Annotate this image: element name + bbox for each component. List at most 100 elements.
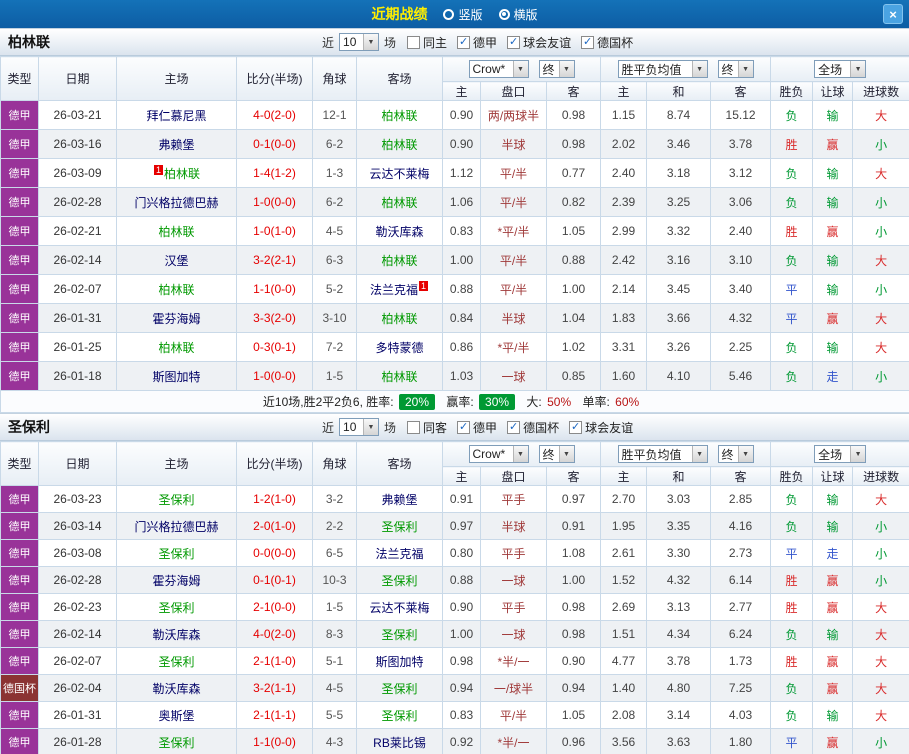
team-link[interactable]: 法兰克福 xyxy=(370,283,418,297)
away-team-cell[interactable]: 法兰克福 1 xyxy=(356,274,443,304)
away-team-cell[interactable]: 圣保利 xyxy=(356,620,443,648)
team-link[interactable]: 圣保利 xyxy=(381,574,417,588)
home-team-cell[interactable]: 汉堡 xyxy=(116,245,237,275)
team-link[interactable]: 多特蒙德 xyxy=(375,341,423,355)
team-link[interactable]: 圣保利 xyxy=(381,682,417,696)
away-team-cell[interactable]: 弗赖堡 xyxy=(356,485,443,513)
avg-odds-select[interactable]: 胜平负均值 ▼ xyxy=(617,60,708,78)
away-team-cell[interactable]: 云达不莱梅 xyxy=(356,158,443,188)
games-count-select[interactable]: 10 ▼ xyxy=(339,418,380,436)
team-link[interactable]: 弗赖堡 xyxy=(158,138,194,152)
away-team-cell[interactable]: 圣保利 xyxy=(356,512,443,540)
team-link[interactable]: 圣保利 xyxy=(381,628,417,642)
scope-select[interactable]: 全场 ▼ xyxy=(814,60,867,78)
team-link[interactable]: RB莱比锡 xyxy=(373,736,426,750)
close-button[interactable]: × xyxy=(883,4,903,24)
team-link[interactable]: 圣保利 xyxy=(158,655,194,669)
filter-checkbox-球会友谊[interactable]: ✓ 球会友谊 xyxy=(569,419,633,436)
home-team-cell[interactable]: 拜仁慕尼黑 xyxy=(116,100,237,130)
team-link[interactable]: 圣保利 xyxy=(158,736,194,750)
avg-final-select[interactable]: 终 ▼ xyxy=(717,445,754,463)
team-link[interactable]: 弗赖堡 xyxy=(381,493,417,507)
layout-radio-vertical[interactable]: 竖版 xyxy=(443,6,483,23)
team-link[interactable]: 勒沃库森 xyxy=(375,225,423,239)
team-link[interactable]: 奥斯堡 xyxy=(158,709,194,723)
team-link[interactable]: 霍芬海姆 xyxy=(152,574,200,588)
team-link[interactable]: 勒沃库森 xyxy=(152,682,200,696)
home-team-cell[interactable]: 圣保利 xyxy=(116,485,237,513)
away-team-cell[interactable]: 斯图加特 xyxy=(356,647,443,675)
home-team-cell[interactable]: 斯图加特 xyxy=(116,361,237,391)
home-team-cell[interactable]: 1 柏林联 xyxy=(116,158,237,188)
ah-final-select[interactable]: 终 ▼ xyxy=(538,445,575,463)
home-team-cell[interactable]: 圣保利 xyxy=(116,647,237,675)
checkbox-unchecked-icon[interactable] xyxy=(407,35,421,49)
team-link[interactable]: 门兴格拉德巴赫 xyxy=(134,520,218,534)
bookmaker-select[interactable]: Crow* ▼ xyxy=(468,445,529,463)
home-team-cell[interactable]: 霍芬海姆 xyxy=(116,566,237,594)
filter-checkbox-球会友谊[interactable]: ✓ 球会友谊 xyxy=(507,34,571,51)
radio-selected-icon[interactable] xyxy=(498,8,510,20)
games-count-select[interactable]: 10 ▼ xyxy=(339,33,380,51)
team-link[interactable]: 柏林联 xyxy=(381,370,417,384)
team-link[interactable]: 柏林联 xyxy=(158,341,194,355)
home-team-cell[interactable]: 圣保利 xyxy=(116,539,237,567)
team-link[interactable]: 圣保利 xyxy=(158,547,194,561)
team-link[interactable]: 圣保利 xyxy=(381,520,417,534)
away-team-cell[interactable]: 勒沃库森 xyxy=(356,216,443,246)
bookmaker-select[interactable]: Crow* ▼ xyxy=(468,60,529,78)
team-link[interactable]: 勒沃库森 xyxy=(152,628,200,642)
home-team-cell[interactable]: 门兴格拉德巴赫 xyxy=(116,512,237,540)
team-link[interactable]: 法兰克福 xyxy=(375,547,423,561)
away-team-cell[interactable]: 柏林联 xyxy=(356,100,443,130)
team-link[interactable]: 汉堡 xyxy=(164,254,188,268)
radio-unselected-icon[interactable] xyxy=(443,8,455,20)
away-team-cell[interactable]: 圣保利 xyxy=(356,674,443,702)
home-team-cell[interactable]: 霍芬海姆 xyxy=(116,303,237,333)
ah-final-select[interactable]: 终 ▼ xyxy=(538,60,575,78)
checkbox-unchecked-icon[interactable] xyxy=(407,420,421,434)
team-link[interactable]: 云达不莱梅 xyxy=(369,601,429,615)
checkbox-checked-icon[interactable]: ✓ xyxy=(457,420,471,434)
avg-odds-select[interactable]: 胜平负均值 ▼ xyxy=(617,445,708,463)
away-team-cell[interactable]: 法兰克福 xyxy=(356,539,443,567)
away-team-cell[interactable]: 柏林联 xyxy=(356,361,443,391)
away-team-cell[interactable]: 柏林联 xyxy=(356,303,443,333)
filter-checkbox-德甲[interactable]: ✓ 德甲 xyxy=(457,419,497,436)
filter-checkbox-同客[interactable]: 同客 xyxy=(407,419,447,436)
checkbox-checked-icon[interactable]: ✓ xyxy=(507,35,521,49)
away-team-cell[interactable]: 柏林联 xyxy=(356,129,443,159)
away-team-cell[interactable]: 圣保利 xyxy=(356,566,443,594)
home-team-cell[interactable]: 弗赖堡 xyxy=(116,129,237,159)
checkbox-checked-icon[interactable]: ✓ xyxy=(569,420,583,434)
home-team-cell[interactable]: 柏林联 xyxy=(116,332,237,362)
team-link[interactable]: 柏林联 xyxy=(158,283,194,297)
filter-checkbox-德国杯[interactable]: ✓ 德国杯 xyxy=(581,34,633,51)
away-team-cell[interactable]: 多特蒙德 xyxy=(356,332,443,362)
team-link[interactable]: 斯图加特 xyxy=(375,655,423,669)
scope-select[interactable]: 全场 ▼ xyxy=(814,445,867,463)
team-link[interactable]: 圣保利 xyxy=(381,709,417,723)
team-link[interactable]: 柏林联 xyxy=(164,167,200,181)
team-link[interactable]: 霍芬海姆 xyxy=(152,312,200,326)
home-team-cell[interactable]: 柏林联 xyxy=(116,274,237,304)
away-team-cell[interactable]: 云达不莱梅 xyxy=(356,593,443,621)
home-team-cell[interactable]: 奥斯堡 xyxy=(116,701,237,729)
checkbox-checked-icon[interactable]: ✓ xyxy=(457,35,471,49)
home-team-cell[interactable]: 勒沃库森 xyxy=(116,620,237,648)
team-link[interactable]: 门兴格拉德巴赫 xyxy=(134,196,218,210)
home-team-cell[interactable]: 勒沃库森 xyxy=(116,674,237,702)
team-link[interactable]: 柏林联 xyxy=(381,109,417,123)
away-team-cell[interactable]: 柏林联 xyxy=(356,187,443,217)
team-link[interactable]: 柏林联 xyxy=(381,312,417,326)
team-link[interactable]: 拜仁慕尼黑 xyxy=(146,109,206,123)
checkbox-checked-icon[interactable]: ✓ xyxy=(581,35,595,49)
away-team-cell[interactable]: 柏林联 xyxy=(356,245,443,275)
filter-checkbox-德国杯[interactable]: ✓ 德国杯 xyxy=(507,419,559,436)
filter-checkbox-同主[interactable]: 同主 xyxy=(407,34,447,51)
team-link[interactable]: 柏林联 xyxy=(381,138,417,152)
filter-checkbox-德甲[interactable]: ✓ 德甲 xyxy=(457,34,497,51)
team-link[interactable]: 圣保利 xyxy=(158,601,194,615)
avg-final-select[interactable]: 终 ▼ xyxy=(717,60,754,78)
checkbox-checked-icon[interactable]: ✓ xyxy=(507,420,521,434)
